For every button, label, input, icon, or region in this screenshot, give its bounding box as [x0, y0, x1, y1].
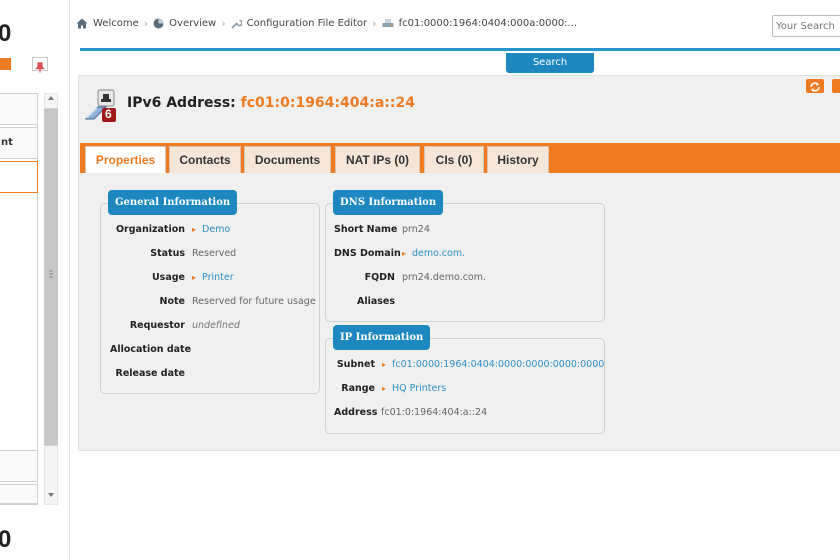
- tab-history[interactable]: History: [487, 146, 549, 173]
- allocation-label: Allocation date: [110, 344, 192, 355]
- pin-icon[interactable]: [32, 57, 48, 73]
- link-arrow-icon: ▸: [192, 273, 197, 282]
- sidebar-bottom-number: 0: [0, 526, 12, 553]
- organization-link[interactable]: Demo: [202, 224, 230, 235]
- more-actions-button[interactable]: [832, 79, 840, 93]
- allocation-row: Allocation date: [110, 344, 192, 355]
- release-label: Release date: [115, 368, 185, 379]
- status-row: Status Reserved: [110, 248, 236, 259]
- search-input[interactable]: [772, 15, 840, 37]
- organization-row: Organization ▸ Demo: [110, 224, 230, 235]
- range-label: Range: [341, 383, 375, 394]
- tab-documents[interactable]: Documents: [244, 146, 331, 173]
- search-divider: [80, 48, 840, 51]
- subnet-link[interactable]: fc01:0000:1964:0404:0000:0000:0000:0000: [392, 359, 604, 370]
- usage-label: Usage: [151, 272, 185, 283]
- link-arrow-icon: ▸: [192, 225, 197, 234]
- release-row: Release date: [110, 368, 192, 379]
- ipv6-address-icon: 6: [84, 88, 120, 124]
- home-icon: [76, 18, 88, 28]
- address-value: fc01:0:1964:404:a::24: [381, 407, 488, 418]
- breadcrumb: Welcome › Overview › Configuration File …: [76, 12, 577, 34]
- fqdn-row: FQDN prn24.demo.com.: [334, 272, 486, 283]
- page-title-address: fc01:0:1964:404:a::24: [240, 95, 415, 111]
- link-arrow-icon: ▸: [382, 360, 387, 369]
- short-name-value: prn24: [402, 224, 430, 235]
- breadcrumb-overview[interactable]: Overview: [169, 18, 216, 29]
- tab-properties[interactable]: Properties: [85, 146, 166, 173]
- status-label: Status: [150, 248, 185, 259]
- wrench-icon: [231, 19, 242, 29]
- range-link[interactable]: HQ Printers: [392, 383, 446, 394]
- breadcrumb-config-editor[interactable]: Configuration File Editor: [247, 18, 368, 29]
- tab-contacts[interactable]: Contacts: [169, 146, 241, 173]
- status-value: Reserved: [192, 248, 237, 259]
- dns-domain-link[interactable]: demo.com.: [412, 248, 465, 259]
- address-row: Address fc01:0:1964:404:a::24: [334, 407, 487, 418]
- sidebar-item-2[interactable]: nt: [0, 127, 38, 159]
- requestor-row: Requestor undefined: [110, 320, 240, 331]
- chevron-right-icon: ›: [372, 16, 377, 30]
- pie-chart-icon: [153, 18, 164, 28]
- search-button[interactable]: Search: [506, 53, 594, 73]
- link-arrow-icon: ▸: [402, 249, 407, 258]
- organization-label: Organization: [115, 224, 185, 235]
- aliases-label: Aliases: [356, 296, 395, 307]
- fqdn-value: prn24.demo.com.: [402, 272, 487, 283]
- chevron-right-icon: ›: [143, 16, 149, 30]
- requestor-label: Requestor: [129, 320, 185, 331]
- note-value: Reserved for future usage: [192, 296, 316, 307]
- sidebar-action-icon[interactable]: [0, 58, 11, 70]
- sidebar-item-1[interactable]: [0, 93, 38, 125]
- dns-domain-label: DNS Domain: [334, 248, 401, 259]
- note-row: Note Reserved for future usage: [110, 296, 316, 307]
- link-arrow-icon: ▸: [382, 384, 387, 393]
- dns-domain-row: DNS Domain ▸ demo.com.: [334, 248, 465, 259]
- breadcrumb-welcome[interactable]: Welcome: [93, 18, 139, 29]
- usage-link[interactable]: Printer: [202, 272, 234, 283]
- subnet-label: Subnet: [336, 359, 375, 370]
- sidebar-item-5[interactable]: [0, 484, 38, 504]
- sidebar-item-selected[interactable]: [0, 161, 38, 193]
- usage-row: Usage ▸ Printer: [110, 272, 234, 283]
- page-title: IPv6 Address: fc01:0:1964:404:a::24: [127, 95, 415, 111]
- fqdn-label: FQDN: [364, 272, 395, 283]
- general-info-title: General Information: [108, 190, 238, 215]
- tab-nat-ips[interactable]: NAT IPs (0): [335, 146, 420, 173]
- short-name-label: Short Name: [334, 224, 398, 235]
- subnet-row: Subnet ▸ fc01:0000:1964:0404:0000:0000:00…: [334, 359, 604, 370]
- tab-cis[interactable]: CIs (0): [424, 146, 484, 173]
- range-row: Range ▸ HQ Printers: [334, 383, 446, 394]
- ip-info-title: IP Information: [333, 325, 431, 350]
- page-title-prefix: IPv6 Address:: [127, 95, 241, 111]
- sidebar-top-number: 0: [0, 20, 12, 47]
- left-sidebar: 0 nt 0: [0, 0, 70, 560]
- chevron-right-icon: ›: [221, 16, 226, 30]
- short-name-row: Short Name prn24: [334, 224, 430, 235]
- sidebar-item-4[interactable]: [0, 450, 38, 482]
- requestor-value: undefined: [192, 320, 240, 331]
- address-label: Address: [334, 407, 378, 418]
- note-label: Note: [159, 296, 185, 307]
- aliases-row: Aliases: [334, 296, 402, 307]
- dns-info-title: DNS Information: [333, 190, 444, 215]
- breadcrumb-current[interactable]: fc01:0000:1964:0404:000a:0000:...: [399, 18, 578, 29]
- network-icon: [382, 19, 394, 27]
- sidebar-scrollbar[interactable]: [43, 92, 59, 506]
- ipv6-badge: 6: [105, 107, 112, 121]
- refresh-icon[interactable]: [806, 79, 824, 93]
